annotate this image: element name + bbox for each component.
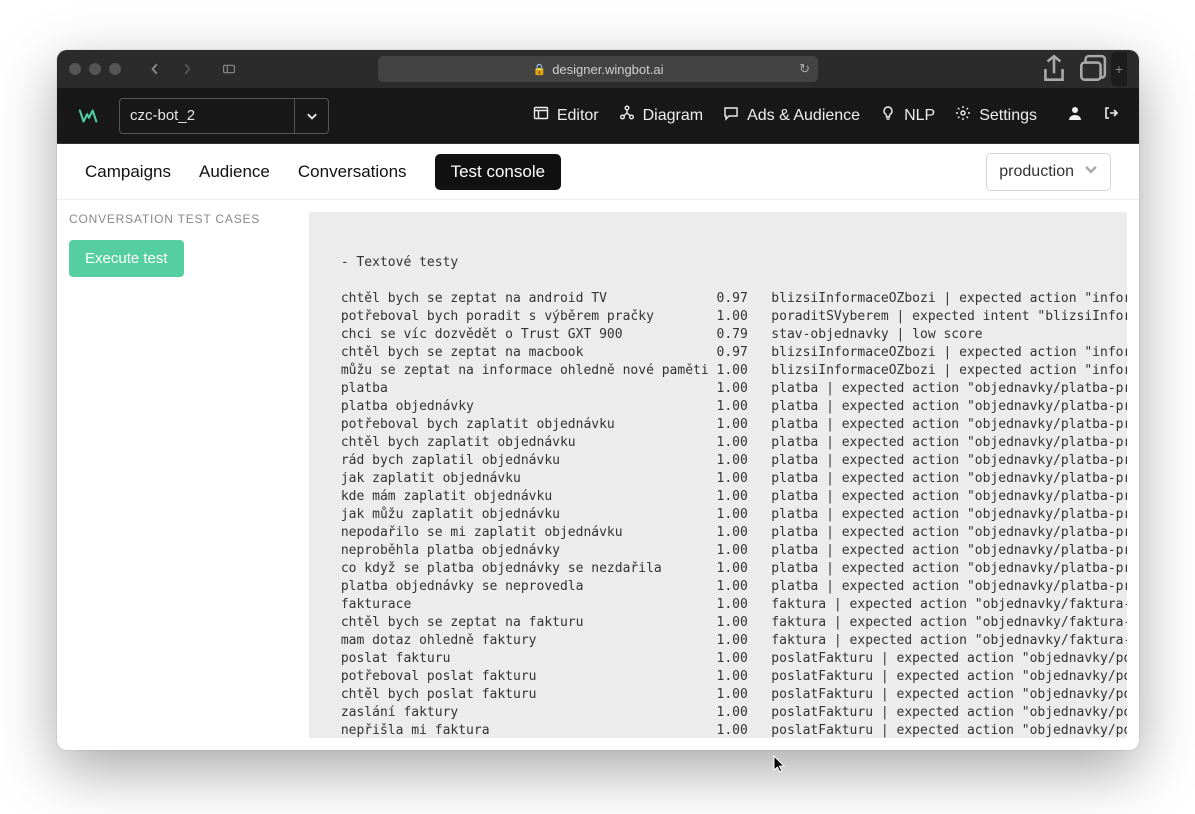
sidebar-title: CONVERSATION TEST CASES <box>69 212 297 226</box>
environment-label: production <box>999 163 1074 181</box>
mouse-cursor-icon <box>773 755 787 773</box>
menu-settings[interactable]: Settings <box>955 105 1037 126</box>
minimize-window-button[interactable] <box>89 63 101 75</box>
app-header: czc-bot_2 Editor Diagram Ads & Audience … <box>57 88 1139 144</box>
maximize-window-button[interactable] <box>109 63 121 75</box>
menu-ads-label: Ads & Audience <box>747 107 860 125</box>
tab-campaigns[interactable]: Campaigns <box>85 154 171 190</box>
menu-diagram-label: Diagram <box>643 107 703 125</box>
share-button[interactable] <box>1039 57 1069 81</box>
test-console-output[interactable]: - Textové testy chtěl bych se zeptat na … <box>309 212 1127 738</box>
nav-buttons <box>141 58 243 80</box>
tab-test-console[interactable]: Test console <box>435 154 562 190</box>
menu-settings-label: Settings <box>979 107 1037 125</box>
user-icon <box>1067 105 1083 126</box>
environment-selector[interactable]: production <box>986 153 1111 191</box>
content-area: CONVERSATION TEST CASES Execute test - T… <box>57 200 1139 750</box>
bot-selector[interactable]: czc-bot_2 <box>119 98 329 134</box>
menu-user[interactable] <box>1067 105 1083 126</box>
browser-window: 🔒 designer.wingbot.ai ↻ + czc-bot_2 <box>57 50 1139 750</box>
address-bar[interactable]: 🔒 designer.wingbot.ai ↻ <box>378 56 818 82</box>
browser-chrome: 🔒 designer.wingbot.ai ↻ + <box>57 50 1139 88</box>
menu-diagram[interactable]: Diagram <box>619 105 703 126</box>
test-sidebar: CONVERSATION TEST CASES Execute test <box>69 212 297 738</box>
gear-icon <box>955 105 971 126</box>
address-text: designer.wingbot.ai <box>552 62 663 77</box>
menu-ads[interactable]: Ads & Audience <box>723 105 860 126</box>
wingbot-logo[interactable] <box>77 104 101 128</box>
reload-icon[interactable]: ↻ <box>799 61 810 77</box>
bulb-icon <box>880 105 896 126</box>
app-menu: Editor Diagram Ads & Audience NLP Settin… <box>533 105 1119 126</box>
traffic-lights <box>69 63 121 75</box>
sidebar-toggle-button[interactable] <box>215 58 243 80</box>
menu-editor-label: Editor <box>557 107 599 125</box>
new-tab-button[interactable]: + <box>1111 52 1127 86</box>
bot-name: czc-bot_2 <box>130 107 195 124</box>
tabs-bar: Campaigns Audience Conversations Test co… <box>57 144 1139 200</box>
chevron-down-icon <box>1084 162 1098 181</box>
logout-icon <box>1103 105 1119 126</box>
console-text: - Textové testy chtěl bych se zeptat na … <box>309 212 1127 738</box>
chevron-down-icon <box>294 99 328 133</box>
execute-test-button[interactable]: Execute test <box>69 240 184 277</box>
back-button[interactable] <box>141 58 169 80</box>
tabs-button[interactable] <box>1077 57 1107 81</box>
lock-icon: 🔒 <box>532 63 546 76</box>
chat-icon <box>723 105 739 126</box>
menu-nlp-label: NLP <box>904 107 935 125</box>
menu-nlp[interactable]: NLP <box>880 105 935 126</box>
tab-conversations[interactable]: Conversations <box>298 154 407 190</box>
forward-button[interactable] <box>173 58 201 80</box>
editor-icon <box>533 105 549 126</box>
menu-logout[interactable] <box>1103 105 1119 126</box>
menu-editor[interactable]: Editor <box>533 105 599 126</box>
close-window-button[interactable] <box>69 63 81 75</box>
diagram-icon <box>619 105 635 126</box>
tab-audience[interactable]: Audience <box>199 154 270 190</box>
